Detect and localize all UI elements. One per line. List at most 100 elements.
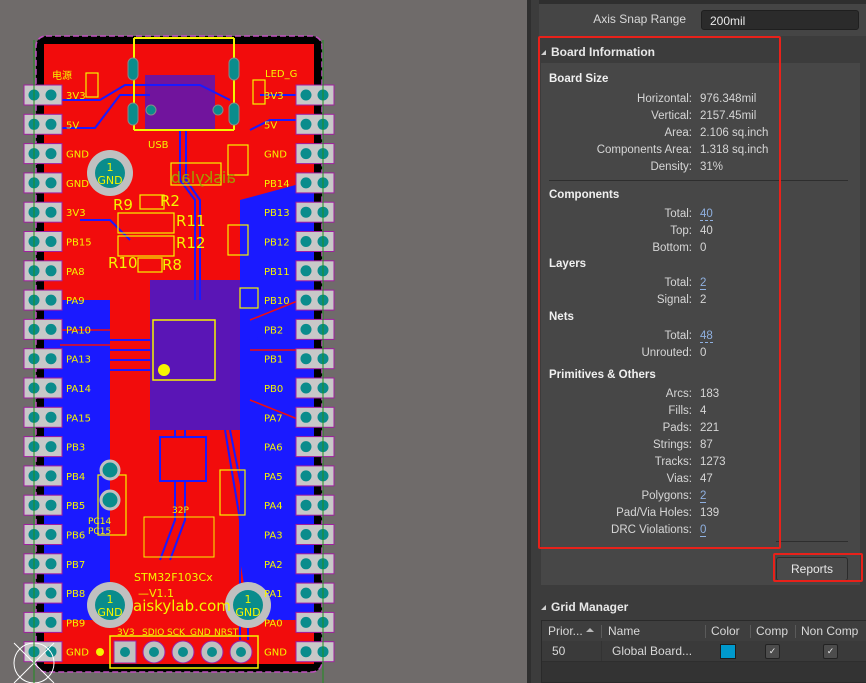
properties-panel: Axis Snap Range 200mil Board Information…: [527, 0, 866, 683]
pc14-label: PC14: [88, 517, 111, 527]
left-pin-label: 3V3: [66, 208, 86, 219]
header-pad-right[interactable]: [295, 318, 335, 340]
header-pad-right[interactable]: [295, 494, 335, 516]
header-pad-right[interactable]: [295, 84, 335, 106]
col-priority[interactable]: Prior...: [548, 624, 583, 638]
grid-manager-header[interactable]: Grid Manager: [541, 600, 628, 614]
header-pad-right[interactable]: [295, 113, 335, 135]
left-pin-label: GND: [66, 648, 89, 659]
fiducial: [96, 648, 104, 656]
resistor-label: R12: [176, 234, 206, 252]
header-pad-left[interactable]: [23, 582, 63, 604]
left-pin-label: PA8: [66, 267, 85, 278]
header-pad-right[interactable]: [295, 231, 335, 252]
header-pad-left[interactable]: [23, 611, 63, 633]
header-pad-left[interactable]: [23, 494, 63, 516]
usb-label: USB: [148, 140, 169, 151]
header-pad-right[interactable]: [295, 436, 335, 458]
header-pad-right[interactable]: [295, 348, 335, 370]
left-pin-label: PA15: [66, 413, 91, 424]
usb-copper: [145, 75, 215, 130]
header-pad-right[interactable]: [295, 406, 335, 428]
header-pad-left[interactable]: [23, 318, 63, 340]
swd-label: 3V3: [117, 628, 135, 638]
header-pad-left[interactable]: [23, 524, 63, 545]
header-pad-left[interactable]: [23, 231, 63, 252]
header-pad-right[interactable]: [295, 641, 335, 663]
non-comp-checkbox[interactable]: ✓: [823, 644, 838, 659]
right-pin-label: PA3: [264, 531, 283, 542]
right-pin-label: PB1: [264, 355, 283, 366]
swd-label: SCK: [167, 628, 186, 638]
left-pin-label: PA14: [66, 384, 91, 395]
swd-pad[interactable]: [171, 640, 195, 664]
pcb-board-drawing[interactable]: 1GND1GND1GND 3V35VGNDGND3V3PB15PA8PA9PA1…: [0, 0, 527, 683]
right-pin-label: PA1: [264, 589, 283, 600]
highlight-reports: [773, 553, 863, 582]
left-pin-label: PB7: [66, 560, 85, 571]
header-pad-left[interactable]: [23, 436, 63, 458]
pcb-canvas[interactable]: 1 GND 1 GND 1 GND 3V3 5V GND GND 3V3 PB15 PA8 PA9 PA1…: [0, 0, 527, 683]
col-comp[interactable]: Comp: [756, 624, 788, 638]
header-pad-left[interactable]: [23, 201, 63, 223]
mount-hole-number: 1: [107, 593, 114, 606]
resistor-label: R8: [162, 256, 182, 274]
resistor-label: R11: [176, 212, 206, 230]
sort-ascending-icon: [586, 628, 594, 632]
header-pad-right[interactable]: [295, 377, 335, 399]
swd-label: GND: [190, 628, 211, 638]
header-pad-right[interactable]: [295, 611, 335, 633]
col-color[interactable]: Color: [711, 624, 740, 638]
regulator-pad: [159, 436, 207, 482]
header-pad-left[interactable]: [23, 465, 63, 487]
right-pin-label: PA6: [264, 443, 283, 454]
header-pad-left[interactable]: [23, 406, 63, 428]
resistor-label: R2: [160, 192, 180, 210]
mirrored-logo: aiskylab: [171, 168, 236, 187]
right-pin-label: PA0: [264, 618, 283, 629]
right-pin-label: PB0: [264, 384, 283, 395]
header-pad-left[interactable]: [23, 260, 63, 282]
resistor-label: R10: [108, 254, 138, 272]
left-pin-label: PB3: [66, 443, 85, 454]
header-pad-left[interactable]: [23, 143, 63, 165]
header-pad-right[interactable]: [295, 143, 335, 165]
header-pad-left[interactable]: [23, 289, 63, 311]
header-pad-left[interactable]: [23, 113, 63, 135]
swd-pad[interactable]: [113, 640, 137, 664]
right-pin-label: PB14: [264, 179, 290, 190]
crystal-pad-1: [99, 459, 121, 481]
left-pin-label: GND: [66, 150, 89, 161]
right-pin-label: PA7: [264, 413, 283, 424]
swd-label: SDIO: [142, 628, 164, 638]
mount-hole-net: GND: [97, 606, 122, 619]
header-pad-right[interactable]: [295, 582, 335, 604]
grid-row[interactable]: 50 Global Board... ✓ ✓: [542, 641, 866, 662]
axis-snap-input[interactable]: 200mil: [701, 10, 859, 30]
collapse-triangle-icon: [541, 605, 546, 610]
header-pad-right[interactable]: [295, 524, 335, 545]
swd-pad[interactable]: [200, 640, 224, 664]
header-pad-right[interactable]: [295, 201, 335, 223]
grid-table-header: Prior... Name Color Comp Non Comp: [542, 621, 866, 642]
header-pad-right[interactable]: [295, 172, 335, 194]
col-name[interactable]: Name: [608, 624, 640, 638]
header-pad-right[interactable]: [295, 260, 335, 282]
header-pad-left[interactable]: [23, 84, 63, 106]
col-non-comp[interactable]: Non Comp: [801, 624, 858, 638]
left-pin-label: PA10: [66, 325, 91, 336]
header-pad-left[interactable]: [23, 348, 63, 370]
crystal-pad-2: [99, 489, 121, 511]
header-pad-right[interactable]: [295, 553, 335, 575]
swd-pad[interactable]: [229, 640, 253, 664]
swd-pad[interactable]: [142, 640, 166, 664]
comp-checkbox[interactable]: ✓: [765, 644, 780, 659]
grid-color-swatch[interactable]: [720, 644, 736, 659]
header-pad-right[interactable]: [295, 289, 335, 311]
left-pin-label: PB8: [66, 589, 85, 600]
header-pad-left[interactable]: [23, 377, 63, 399]
header-pad-left[interactable]: [23, 553, 63, 575]
header-pad-left[interactable]: [23, 172, 63, 194]
header-pad-right[interactable]: [295, 465, 335, 487]
crystal-label: 32P: [172, 506, 189, 516]
